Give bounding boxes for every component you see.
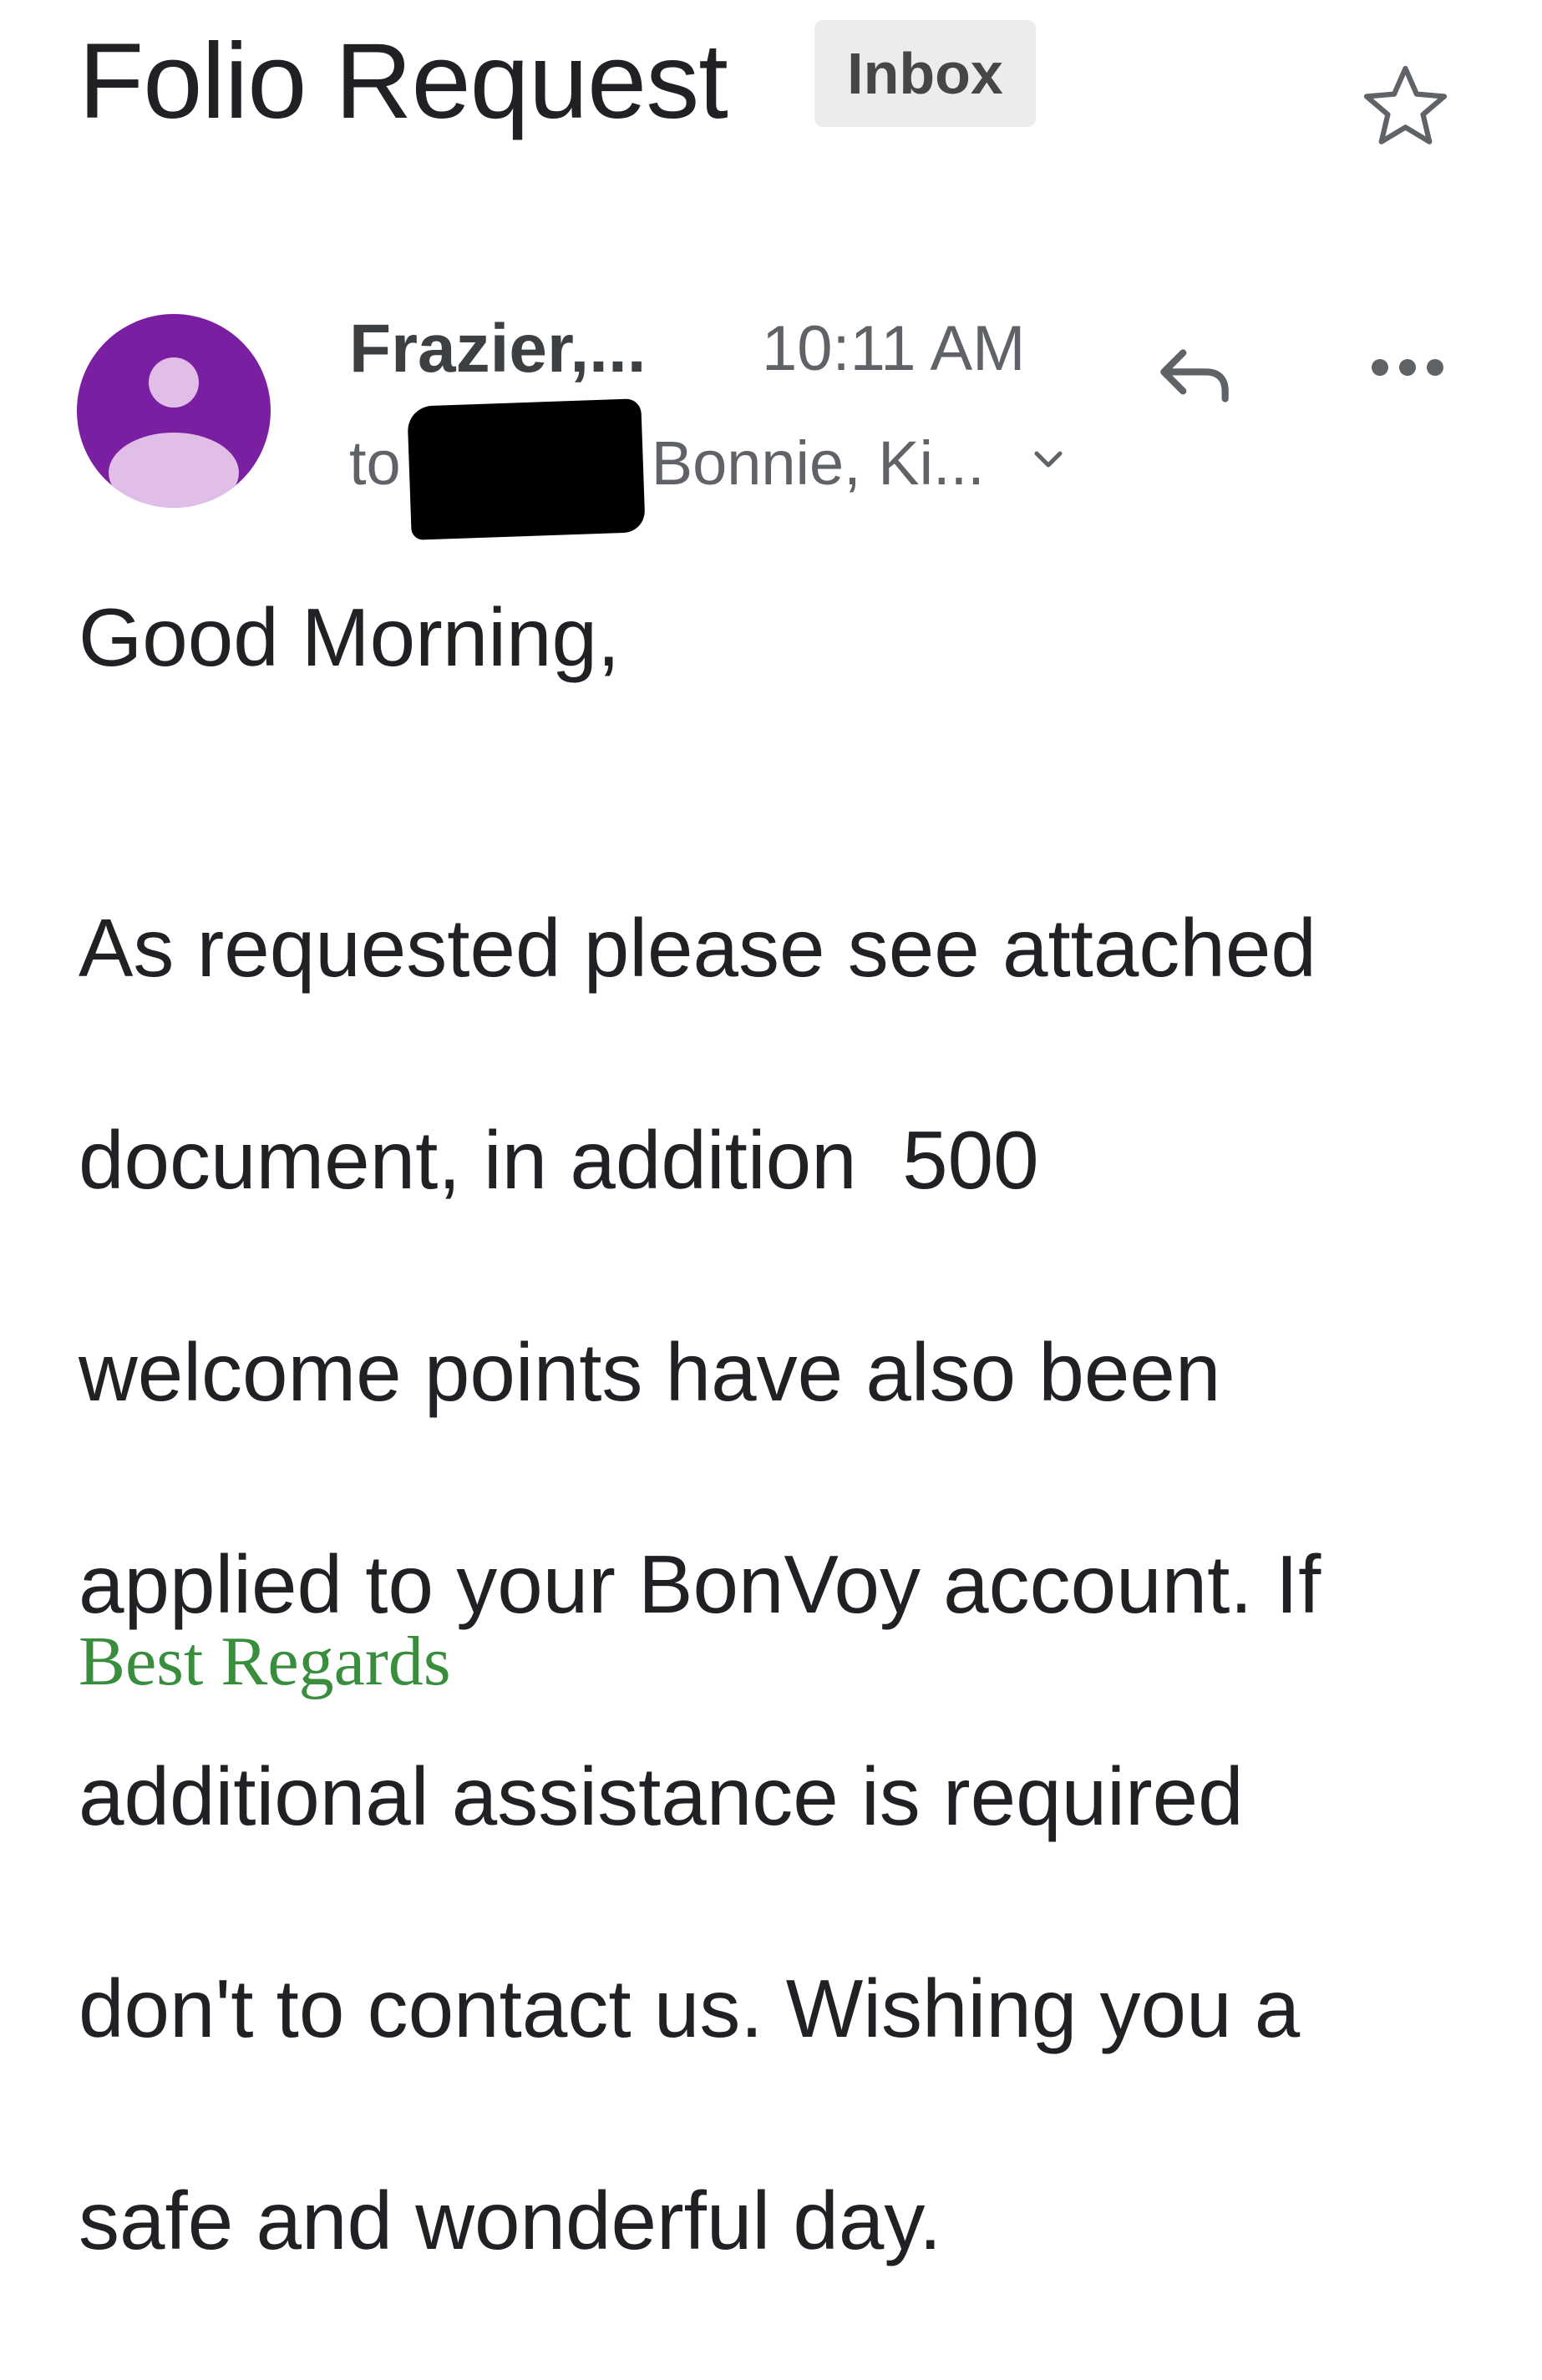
- sender-avatar[interactable]: [77, 314, 271, 508]
- body-line: don't to contact us. Wishing you a: [79, 1962, 1301, 2054]
- reply-icon[interactable]: [1144, 330, 1245, 422]
- email-signoff: Best Regards: [79, 1623, 451, 1700]
- chevron-down-icon[interactable]: [1032, 447, 1065, 472]
- body-line: As requested please see attached: [79, 902, 1316, 994]
- to-prefix: to: [349, 428, 401, 498]
- recipients-list: Bonnie, Ki...: [651, 428, 985, 498]
- more-options-icon[interactable]: [1362, 338, 1453, 397]
- body-line: safe and wonderful day.: [79, 2175, 942, 2266]
- email-greeting: Good Morning,: [79, 591, 621, 683]
- email-body: As requested please see attached documen…: [79, 789, 1499, 2380]
- email-subject: Folio Request: [79, 22, 728, 141]
- person-icon: [109, 357, 239, 508]
- body-line: additional assistance is required: [79, 1750, 1244, 1842]
- redaction-mark: [407, 398, 646, 540]
- body-line: document, in addition 500: [79, 1114, 1039, 1206]
- message-time: 10:11 AM: [762, 313, 1026, 384]
- body-line: welcome points have also been: [79, 1326, 1221, 1418]
- star-icon[interactable]: [1357, 58, 1453, 154]
- sender-name[interactable]: Frazier,...: [349, 307, 647, 391]
- inbox-label-chip[interactable]: Inbox: [814, 20, 1036, 127]
